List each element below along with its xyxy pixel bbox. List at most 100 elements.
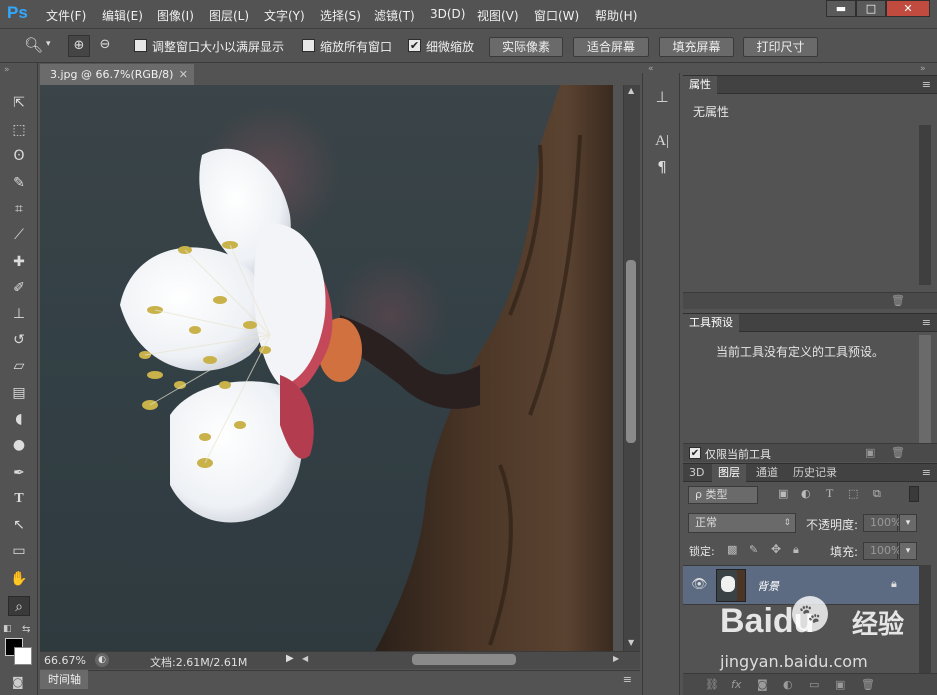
- move-tool-icon[interactable]: ⇱: [8, 93, 30, 113]
- lock-pixels-icon[interactable]: ✎: [749, 543, 758, 556]
- filter-adjust-icon[interactable]: ◐: [801, 487, 811, 500]
- menu-layer[interactable]: 图层(L): [209, 7, 249, 24]
- actual-pixels-button[interactable]: 实际像素: [489, 37, 563, 57]
- tool-preset-dropdown-icon[interactable]: ▾: [46, 39, 51, 49]
- vertical-scroll-thumb[interactable]: [626, 260, 636, 443]
- tab-3d[interactable]: 3D: [683, 464, 710, 482]
- menu-window[interactable]: 窗口(W): [534, 7, 579, 24]
- clone-stamp-tool-icon[interactable]: ⊥: [8, 304, 30, 324]
- default-colors-icon[interactable]: ◧: [3, 624, 12, 634]
- character-panel-icon[interactable]: A|: [652, 131, 672, 151]
- menu-edit[interactable]: 编辑(E): [102, 7, 143, 24]
- lasso-tool-icon[interactable]: ʘ: [8, 146, 30, 166]
- minimize-button[interactable]: ▬: [826, 0, 856, 17]
- hand-tool-icon[interactable]: ✋: [8, 569, 30, 589]
- rectangle-tool-icon[interactable]: ▭: [8, 541, 30, 561]
- crop-tool-icon[interactable]: ⌗: [8, 199, 30, 219]
- current-tool-only-checkbox[interactable]: ✔: [689, 447, 701, 459]
- menu-type[interactable]: 文字(Y): [264, 7, 305, 24]
- timeline-menu-icon[interactable]: ≡: [623, 671, 632, 688]
- layers-menu-icon[interactable]: ≡: [922, 464, 931, 482]
- menu-filter[interactable]: 滤镜(T): [374, 7, 415, 24]
- fill-input[interactable]: 100%: [863, 542, 901, 560]
- blur-tool-icon[interactable]: ◖: [8, 409, 30, 429]
- zoom-out-icon[interactable]: ⊖: [94, 35, 116, 57]
- tool-presets-trash-icon[interactable]: 🗑︎: [891, 446, 905, 459]
- properties-menu-icon[interactable]: ≡: [922, 76, 931, 94]
- dock-collapse-icon[interactable]: «: [648, 64, 654, 74]
- healing-brush-tool-icon[interactable]: ✚: [8, 252, 30, 272]
- document-tab[interactable]: 3.jpg @ 66.7%(RGB/8) ✕: [40, 64, 194, 85]
- collapse-icon[interactable]: »: [4, 65, 10, 75]
- menu-help[interactable]: 帮助(H): [595, 7, 637, 24]
- opacity-dropdown-icon[interactable]: ▾: [899, 514, 917, 532]
- filter-toggle[interactable]: [909, 486, 919, 502]
- lock-transparent-icon[interactable]: ▩: [727, 543, 737, 556]
- menu-file[interactable]: 文件(F): [46, 7, 86, 24]
- filter-type-icon[interactable]: T: [826, 486, 833, 501]
- lock-all-icon[interactable]: 🔒︎: [793, 543, 799, 557]
- eyedropper-tool-icon[interactable]: ⟋: [8, 225, 30, 245]
- path-select-tool-icon[interactable]: ↖: [8, 515, 30, 535]
- timeline-tab[interactable]: 时间轴: [40, 670, 88, 689]
- tool-presets-scrollbar[interactable]: [919, 335, 931, 443]
- menu-image[interactable]: 图像(I): [157, 7, 194, 24]
- fill-dropdown-icon[interactable]: ▾: [899, 542, 917, 560]
- quick-select-tool-icon[interactable]: ✎: [8, 173, 30, 193]
- pen-tool-icon[interactable]: ✒: [8, 463, 30, 483]
- quick-mask-icon[interactable]: ◙: [12, 675, 24, 689]
- gradient-tool-icon[interactable]: ▤: [8, 383, 30, 403]
- tool-presets-menu-icon[interactable]: ≡: [922, 314, 931, 332]
- filter-pixel-icon[interactable]: ▣: [778, 487, 788, 500]
- zoom-tool-icon[interactable]: 🔍︎: [24, 36, 43, 54]
- zoom-in-icon[interactable]: ⊕: [68, 35, 90, 57]
- layer-filter-select[interactable]: ρ 类型: [688, 486, 758, 504]
- history-brush-tool-icon[interactable]: ↺: [8, 330, 30, 350]
- tab-layers[interactable]: 图层: [712, 464, 746, 482]
- print-size-button[interactable]: 打印尺寸: [743, 37, 818, 57]
- background-color-swatch[interactable]: [14, 647, 32, 665]
- opacity-input[interactable]: 100%: [863, 514, 901, 532]
- lock-position-icon[interactable]: ✥: [771, 542, 781, 556]
- zoom-tool-icon-active[interactable]: ⌕: [8, 596, 30, 616]
- scroll-right-icon[interactable]: ▶: [613, 654, 619, 663]
- status-menu-arrow-icon[interactable]: ▶: [286, 653, 294, 664]
- fill-screen-button[interactable]: 填充屏幕: [659, 37, 734, 57]
- brush-tool-icon[interactable]: ✐: [8, 278, 30, 298]
- scrubby-zoom-checkbox[interactable]: ✔: [408, 39, 421, 52]
- link-layers-icon[interactable]: ⛓: [705, 678, 719, 691]
- swap-colors-icon[interactable]: ⇆: [22, 624, 30, 635]
- blend-mode-select[interactable]: 正常 ⇕: [688, 513, 796, 533]
- zoom-all-windows-checkbox[interactable]: [302, 39, 315, 52]
- paragraph-panel-icon[interactable]: ¶: [652, 157, 672, 177]
- tab-tool-presets[interactable]: 工具预设: [683, 314, 739, 332]
- tab-channels[interactable]: 通道: [750, 464, 784, 482]
- new-preset-icon[interactable]: ▣: [865, 446, 875, 459]
- marquee-tool-icon[interactable]: ⬚: [8, 120, 30, 140]
- menu-select[interactable]: 选择(S): [320, 7, 361, 24]
- properties-trash-icon[interactable]: 🗑︎: [891, 294, 905, 307]
- menu-3d[interactable]: 3D(D): [430, 7, 465, 21]
- resize-windows-checkbox[interactable]: [134, 39, 147, 52]
- scroll-down-icon[interactable]: ▼: [628, 638, 634, 647]
- menu-view[interactable]: 视图(V): [477, 7, 519, 24]
- dodge-tool-icon[interactable]: ●: [8, 435, 30, 455]
- close-document-icon[interactable]: ✕: [179, 64, 188, 85]
- filter-shape-icon[interactable]: ⬚: [848, 487, 858, 500]
- status-info-icon[interactable]: ◐: [95, 653, 109, 667]
- scroll-up-icon[interactable]: ▲: [628, 86, 634, 95]
- scroll-left-icon[interactable]: ◀: [302, 654, 308, 663]
- tab-history[interactable]: 历史记录: [787, 464, 843, 482]
- filter-smart-icon[interactable]: ⧉: [873, 487, 881, 501]
- document-canvas[interactable]: [40, 85, 613, 651]
- eraser-tool-icon[interactable]: ▱: [8, 356, 30, 376]
- properties-scrollbar[interactable]: [919, 125, 931, 285]
- layer-visibility-eye-icon[interactable]: 👁︎: [691, 577, 708, 592]
- panels-collapse-icon[interactable]: »: [920, 64, 926, 74]
- maximize-button[interactable]: □: [856, 0, 886, 17]
- fit-screen-button[interactable]: 适合屏幕: [573, 37, 649, 57]
- close-button[interactable]: ✕: [886, 0, 930, 17]
- type-tool-icon[interactable]: T: [8, 489, 30, 509]
- horizontal-scroll-thumb[interactable]: [412, 654, 516, 665]
- clone-source-icon[interactable]: ⊥: [652, 87, 672, 107]
